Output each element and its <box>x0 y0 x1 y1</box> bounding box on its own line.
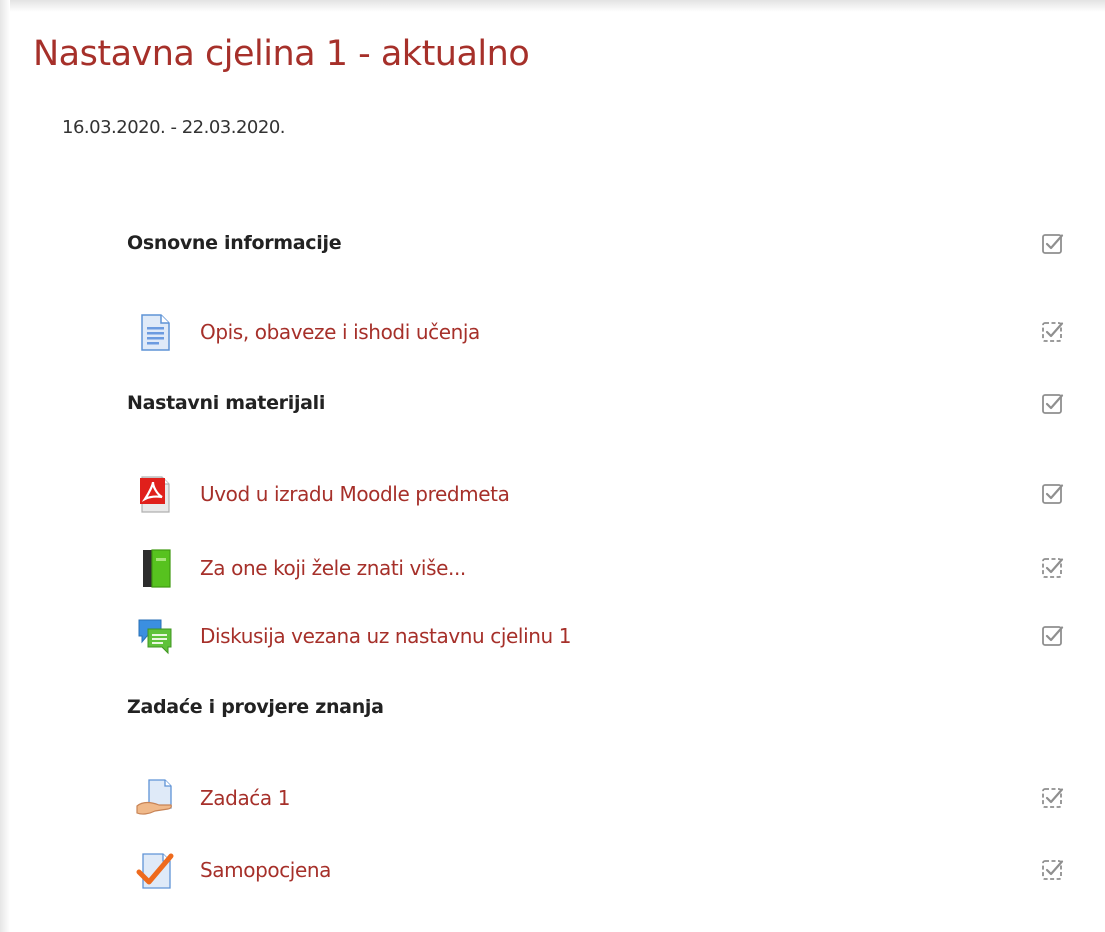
pdf-file-icon <box>140 476 170 513</box>
auto-completion-checkbox-icon[interactable] <box>1041 556 1065 580</box>
forum-icon <box>138 619 172 655</box>
activity-link[interactable]: Za one koji žele znati više... <box>200 556 466 580</box>
label-row: Nastavni materijali <box>125 384 1065 424</box>
book-icon <box>143 549 171 588</box>
top-shadow <box>0 0 1105 12</box>
label-heading: Zadaće i provjere znanja <box>127 696 384 718</box>
activity-link[interactable]: Uvod u izradu Moodle predmeta <box>200 482 510 506</box>
activity-link[interactable]: Opis, obaveze i ishodi učenja <box>200 320 480 344</box>
label-heading: Osnovne informacije <box>127 232 342 254</box>
quiz-icon <box>136 853 174 889</box>
manual-completion-checkbox-icon[interactable] <box>1041 392 1065 416</box>
assignment-icon <box>136 779 172 815</box>
auto-completion-checkbox-icon[interactable] <box>1041 786 1065 810</box>
course-section: Nastavna cjelina 1 - aktualno 16.03.2020… <box>0 0 1105 932</box>
activity-row: Samopocjena <box>125 850 1065 890</box>
label-heading: Nastavni materijali <box>127 392 326 414</box>
activity-row: Zadaća 1 <box>125 778 1065 818</box>
label-row: Osnovne informacije <box>125 224 1065 264</box>
manual-completion-checkbox-icon[interactable] <box>1041 232 1065 256</box>
section-dates: 16.03.2020. - 22.03.2020. <box>62 117 286 138</box>
manual-completion-checkbox-icon[interactable] <box>1041 482 1065 506</box>
activity-link[interactable]: Zadaća 1 <box>200 786 290 810</box>
auto-completion-checkbox-icon[interactable] <box>1041 320 1065 344</box>
activity-row: Opis, obaveze i ishodi učenja <box>125 312 1065 352</box>
left-shadow <box>0 0 10 932</box>
activity-row: Diskusija vezana uz nastavnu cjelinu 1 <box>125 616 1065 656</box>
auto-completion-checkbox-icon[interactable] <box>1041 858 1065 882</box>
page-icon <box>141 314 170 351</box>
section-title: Nastavna cjelina 1 - aktualno <box>33 34 530 74</box>
manual-completion-checkbox-icon[interactable] <box>1041 624 1065 648</box>
activity-row: Uvod u izradu Moodle predmeta <box>125 474 1065 514</box>
label-row: Zadaće i provjere znanja <box>125 688 1065 728</box>
activity-link[interactable]: Samopocjena <box>200 858 331 882</box>
activity-link[interactable]: Diskusija vezana uz nastavnu cjelinu 1 <box>200 624 571 648</box>
activity-row: Za one koji žele znati više... <box>125 548 1065 588</box>
